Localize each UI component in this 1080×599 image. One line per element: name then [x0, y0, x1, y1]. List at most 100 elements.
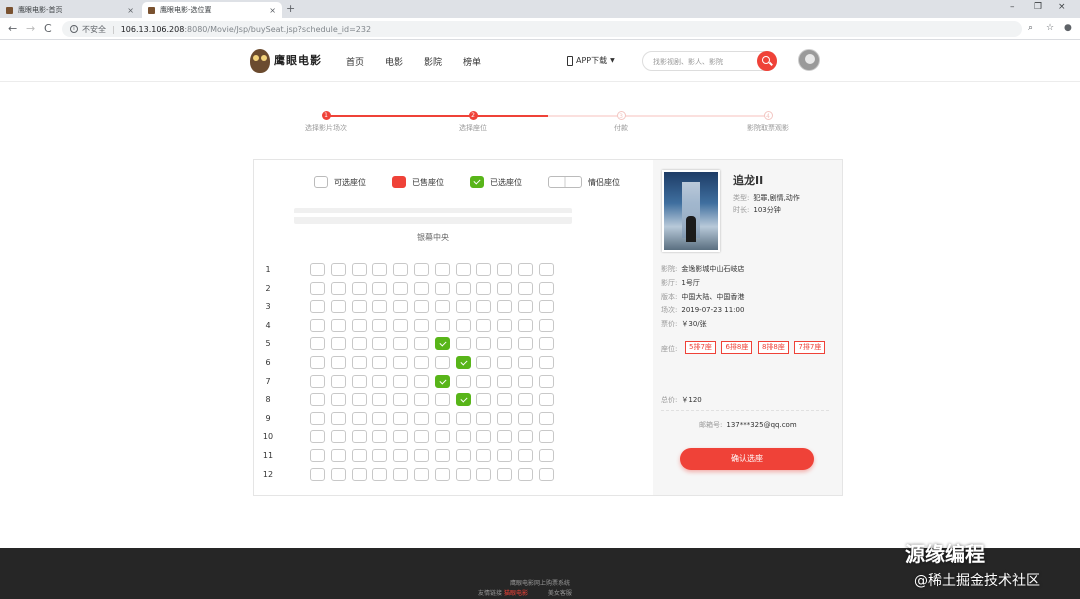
seat-available[interactable]	[310, 356, 325, 369]
seat-available[interactable]	[310, 467, 325, 481]
window-close-button[interactable]: ×	[1058, 2, 1066, 12]
seat-available[interactable]	[434, 300, 450, 314]
seat-available[interactable]	[310, 281, 325, 295]
seat-tag[interactable]: 8排8座	[757, 341, 789, 354]
seat-selected[interactable]	[455, 356, 471, 369]
seat-available[interactable]	[538, 393, 554, 407]
seat-available[interactable]	[455, 263, 471, 276]
browser-tab-home[interactable]: 鹰眼电影-首页 ×	[0, 2, 140, 18]
seat-available[interactable]	[393, 318, 409, 332]
seat-available[interactable]	[497, 393, 513, 407]
seat-available[interactable]	[414, 263, 429, 276]
seat-available[interactable]	[393, 281, 409, 295]
seat-available[interactable]	[538, 467, 554, 481]
seat-available[interactable]	[497, 300, 513, 314]
seat-available[interactable]	[518, 281, 533, 295]
seat-available[interactable]	[414, 393, 429, 407]
seat-available[interactable]	[372, 300, 388, 314]
restore-button[interactable]: ❐	[1034, 2, 1042, 12]
seat-available[interactable]	[538, 374, 554, 388]
seat-available[interactable]	[351, 430, 367, 444]
seat-available[interactable]	[538, 430, 554, 444]
seat-available[interactable]	[393, 449, 409, 462]
seat-available[interactable]	[518, 449, 533, 462]
seat-available[interactable]	[351, 374, 367, 388]
zoom-icon[interactable]: ⌕	[1028, 23, 1033, 33]
seat-available[interactable]	[414, 281, 429, 295]
seat-available[interactable]	[330, 467, 346, 481]
seat-available[interactable]	[538, 300, 554, 314]
seat-available[interactable]	[476, 393, 492, 407]
seat-available[interactable]	[372, 467, 388, 481]
confirm-seat-button[interactable]: 确认选座	[680, 448, 814, 470]
seat-available[interactable]	[393, 356, 409, 369]
seat-available[interactable]	[330, 374, 346, 388]
seat-available[interactable]	[372, 281, 388, 295]
back-arrow-icon[interactable]: ←	[8, 22, 17, 35]
seat-available[interactable]	[434, 393, 450, 407]
seat-available[interactable]	[414, 374, 429, 388]
seat-available[interactable]	[414, 318, 429, 332]
seat-available[interactable]	[351, 281, 367, 295]
seat-available[interactable]	[476, 374, 492, 388]
seat-available[interactable]	[310, 300, 325, 314]
nav-movies[interactable]: 电影	[385, 55, 403, 68]
seat-selected[interactable]	[434, 337, 450, 351]
seat-available[interactable]	[455, 411, 471, 425]
seat-available[interactable]	[393, 300, 409, 314]
seat-available[interactable]	[455, 281, 471, 295]
seat-available[interactable]	[518, 263, 533, 276]
seat-available[interactable]	[518, 467, 533, 481]
seat-available[interactable]	[538, 356, 554, 369]
seat-available[interactable]	[518, 300, 533, 314]
seat-available[interactable]	[455, 318, 471, 332]
seat-available[interactable]	[497, 449, 513, 462]
seat-available[interactable]	[497, 356, 513, 369]
seat-available[interactable]	[372, 337, 388, 351]
seat-available[interactable]	[518, 411, 533, 425]
close-icon[interactable]: ×	[127, 6, 134, 15]
seat-available[interactable]	[351, 300, 367, 314]
seat-available[interactable]	[497, 337, 513, 351]
site-logo[interactable]: 鹰眼电影	[250, 47, 322, 73]
seat-available[interactable]	[434, 318, 450, 332]
seat-available[interactable]	[372, 356, 388, 369]
seat-available[interactable]	[372, 411, 388, 425]
seat-available[interactable]	[351, 449, 367, 462]
seat-available[interactable]	[497, 318, 513, 332]
seat-available[interactable]	[351, 411, 367, 425]
seat-available[interactable]	[330, 300, 346, 314]
seat-available[interactable]	[476, 318, 492, 332]
seat-available[interactable]	[330, 263, 346, 276]
reload-icon[interactable]: C	[44, 22, 52, 35]
seat-available[interactable]	[351, 356, 367, 369]
seat-available[interactable]	[310, 411, 325, 425]
seat-available[interactable]	[518, 374, 533, 388]
seat-available[interactable]	[310, 318, 325, 332]
seat-available[interactable]	[372, 374, 388, 388]
seat-available[interactable]	[330, 430, 346, 444]
user-profile-icon[interactable]: ●	[1064, 23, 1072, 33]
seat-tag[interactable]: 7排7座	[794, 341, 826, 354]
seat-available[interactable]	[455, 374, 471, 388]
seat-available[interactable]	[310, 337, 325, 351]
seat-available[interactable]	[518, 430, 533, 444]
app-download-menu[interactable]: APP下载 ▼	[567, 55, 615, 66]
seat-available[interactable]	[476, 449, 492, 462]
seat-available[interactable]	[538, 449, 554, 462]
seat-available[interactable]	[414, 449, 429, 462]
close-icon[interactable]: ×	[269, 6, 276, 15]
seat-available[interactable]	[476, 300, 492, 314]
url-field[interactable]: i 不安全 | 106.13.106.208 :8080/Movie/Jsp/b…	[62, 21, 1022, 37]
seat-available[interactable]	[497, 411, 513, 425]
search-icon[interactable]	[757, 51, 777, 71]
seat-available[interactable]	[497, 281, 513, 295]
seat-available[interactable]	[414, 300, 429, 314]
seat-available[interactable]	[455, 300, 471, 314]
seat-available[interactable]	[518, 318, 533, 332]
seat-available[interactable]	[414, 411, 429, 425]
nav-home[interactable]: 首页	[346, 55, 364, 68]
seat-available[interactable]	[538, 318, 554, 332]
seat-available[interactable]	[538, 263, 554, 276]
seat-available[interactable]	[538, 411, 554, 425]
